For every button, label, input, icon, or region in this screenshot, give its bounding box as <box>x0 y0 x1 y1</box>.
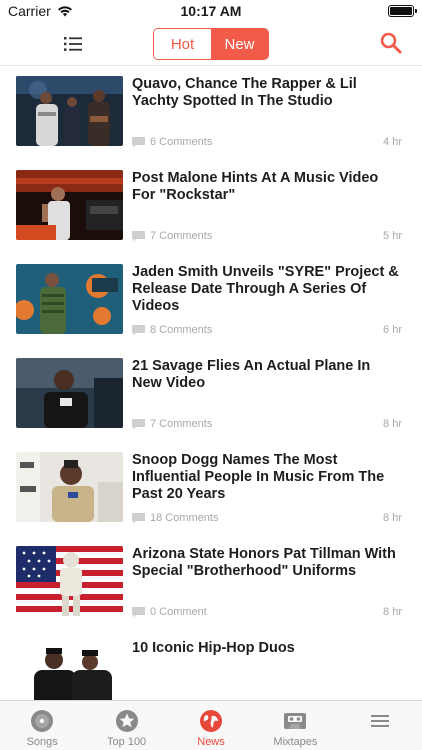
comment-count: 8 Comments <box>132 324 212 336</box>
comment-icon <box>132 512 145 523</box>
news-item[interactable]: Jaden Smith Unveils "SYRE" Project & Rel… <box>0 254 422 348</box>
comment-count-text: 6 Comments <box>150 136 213 148</box>
tab-mixtapes-label: Mixtapes <box>273 736 318 748</box>
news-item[interactable]: Quavo, Chance The Rapper & Lil Yachty Sp… <box>0 66 422 160</box>
comment-count-text: 7 Comments <box>150 230 213 242</box>
search-icon <box>380 32 402 54</box>
news-title: Snoop Dogg Names The Most Influential Pe… <box>132 452 385 502</box>
comment-count: 18 Comments <box>132 512 218 524</box>
news-thumbnail <box>16 546 123 616</box>
tab-mixtapes[interactable]: Mixtapes <box>253 701 337 750</box>
news-item[interactable]: Arizona State Honors Pat Tillman With Sp… <box>0 536 422 630</box>
comment-count: 7 Comments <box>132 418 212 430</box>
news-title: Post Malone Hints At A Music Video For "… <box>132 170 379 203</box>
tab-songs[interactable]: Songs <box>0 701 84 750</box>
news-item[interactable]: 21 Savage Flies An Actual Plane In New V… <box>0 348 422 442</box>
comment-count-text: 7 Comments <box>150 418 213 430</box>
news-title: Quavo, Chance The Rapper & Lil Yachty Sp… <box>132 76 357 109</box>
disc-icon <box>30 709 54 733</box>
time-ago: 8 hr <box>383 512 402 524</box>
tab-news-label: News <box>197 736 225 748</box>
tab-bar: Songs Top 100 News Mixtapes <box>0 700 422 750</box>
nav-bar: Hot New <box>0 22 422 66</box>
cassette-icon <box>283 709 307 733</box>
globe-icon <box>199 709 223 733</box>
time-ago: 4 hr <box>383 136 402 148</box>
news-thumbnail <box>16 358 123 428</box>
status-bar: Carrier 10:17 AM <box>0 0 422 22</box>
battery-icon <box>388 5 417 17</box>
tab-top-100-label: Top 100 <box>107 736 147 748</box>
news-list: Quavo, Chance The Rapper & Lil Yachty Sp… <box>0 66 422 700</box>
news-thumbnail <box>16 264 123 334</box>
tab-news[interactable]: News <box>169 701 253 750</box>
news-item[interactable]: 10 Iconic Hip-Hop Duos <box>0 630 422 700</box>
list-icon <box>64 37 82 51</box>
segment-hot[interactable]: Hot <box>154 29 211 59</box>
news-thumbnail <box>16 76 123 146</box>
menu-icon <box>368 709 392 733</box>
comment-icon <box>132 230 145 241</box>
news-title: Arizona State Honors Pat Tillman With Sp… <box>132 546 396 579</box>
comment-icon <box>132 606 145 617</box>
comment-count-text: 8 Comments <box>150 324 213 336</box>
tab-songs-label: Songs <box>26 736 58 748</box>
comment-icon <box>132 324 145 335</box>
comment-count: 6 Comments <box>132 136 212 148</box>
news-title: 21 Savage Flies An Actual Plane In New V… <box>132 358 371 391</box>
comment-icon <box>132 418 145 429</box>
time-ago: 8 hr <box>383 418 402 430</box>
comment-icon <box>132 136 145 147</box>
news-title: Jaden Smith Unveils "SYRE" Project & Rel… <box>132 264 399 314</box>
status-time: 10:17 AM <box>180 3 242 19</box>
search-button[interactable] <box>380 32 406 58</box>
star-icon <box>115 709 139 733</box>
news-item[interactable]: Post Malone Hints At A Music Video For "… <box>0 160 422 254</box>
tab-more[interactable] <box>338 701 422 750</box>
news-thumbnail <box>16 170 123 240</box>
time-ago: 8 hr <box>383 606 402 618</box>
comment-count: 7 Comments <box>132 230 212 242</box>
news-item[interactable]: Snoop Dogg Names The Most Influential Pe… <box>0 442 422 536</box>
comment-count: 0 Comment <box>132 606 207 618</box>
comment-count-text: 18 Comments <box>150 512 219 524</box>
comment-count-text: 0 Comment <box>150 606 207 618</box>
news-title: 10 Iconic Hip-Hop Duos <box>132 640 295 656</box>
segment-new[interactable]: New <box>211 29 268 59</box>
news-thumbnail <box>16 640 123 700</box>
tab-top-100[interactable]: Top 100 <box>84 701 168 750</box>
list-menu-button[interactable] <box>58 32 88 56</box>
news-thumbnail <box>16 452 123 522</box>
hot-new-segmented-control: Hot New <box>153 28 269 60</box>
time-ago: 5 hr <box>383 230 402 242</box>
time-ago: 6 hr <box>383 324 402 336</box>
